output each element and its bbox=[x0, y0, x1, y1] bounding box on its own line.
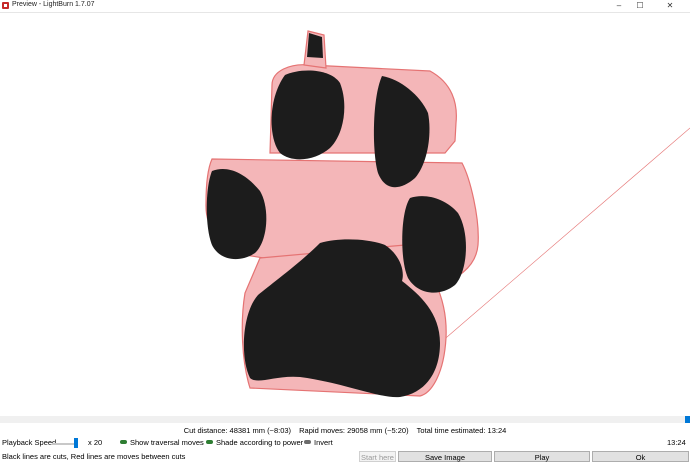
playback-speed-slider-handle[interactable] bbox=[74, 438, 78, 448]
elapsed-time: 13:24 bbox=[667, 438, 686, 447]
close-button[interactable]: ✕ bbox=[660, 0, 680, 11]
preview-scrollbar[interactable] bbox=[0, 416, 690, 423]
invert-toggle[interactable]: Invert bbox=[304, 438, 333, 448]
shade-power-label: Shade according to power bbox=[216, 438, 304, 447]
playback-speed-label: Playback Speed bbox=[2, 438, 57, 447]
preview-canvas[interactable] bbox=[0, 13, 690, 413]
invert-label: Invert bbox=[314, 438, 333, 447]
total-time-estimated: Total time estimated: 13:24 bbox=[416, 426, 507, 435]
toolpath-preview bbox=[205, 30, 690, 398]
save-image-button[interactable]: Save Image bbox=[398, 451, 492, 462]
scroll-thumb[interactable] bbox=[685, 416, 690, 423]
start-here-button[interactable]: Start here bbox=[359, 451, 396, 462]
toggle-on-icon bbox=[206, 440, 213, 444]
title-bar: Preview - LightBurn 1.7.07 – ☐ ✕ bbox=[0, 0, 690, 13]
window-title: Preview - LightBurn 1.7.07 bbox=[12, 1, 95, 8]
speed-multiplier: x 20 bbox=[88, 438, 103, 447]
playback-controls: Playback Speed x 20 Show traversal moves… bbox=[0, 437, 690, 449]
show-traversal-label: Show traversal moves bbox=[130, 438, 204, 447]
show-traversal-toggle[interactable]: Show traversal moves bbox=[120, 438, 204, 448]
play-button[interactable]: Play bbox=[494, 451, 590, 462]
rapid-moves: Rapid moves: 29058 mm (~5:20) bbox=[299, 426, 409, 435]
minimize-button[interactable]: – bbox=[609, 0, 629, 11]
shade-power-toggle[interactable]: Shade according to power bbox=[206, 438, 303, 448]
lightburn-app-icon bbox=[2, 2, 9, 9]
maximize-button[interactable]: ☐ bbox=[630, 0, 650, 11]
toggle-on-icon bbox=[120, 440, 127, 444]
toggle-off-icon bbox=[304, 440, 311, 444]
job-statistics: Cut distance: 48381 mm (~8:03) Rapid mov… bbox=[0, 425, 690, 437]
legend-text: Black lines are cuts, Red lines are move… bbox=[2, 452, 186, 461]
top-dot-cut bbox=[307, 33, 323, 58]
ok-button[interactable]: Ok bbox=[592, 451, 689, 462]
cut-distance: Cut distance: 48381 mm (~8:03) bbox=[183, 426, 292, 435]
